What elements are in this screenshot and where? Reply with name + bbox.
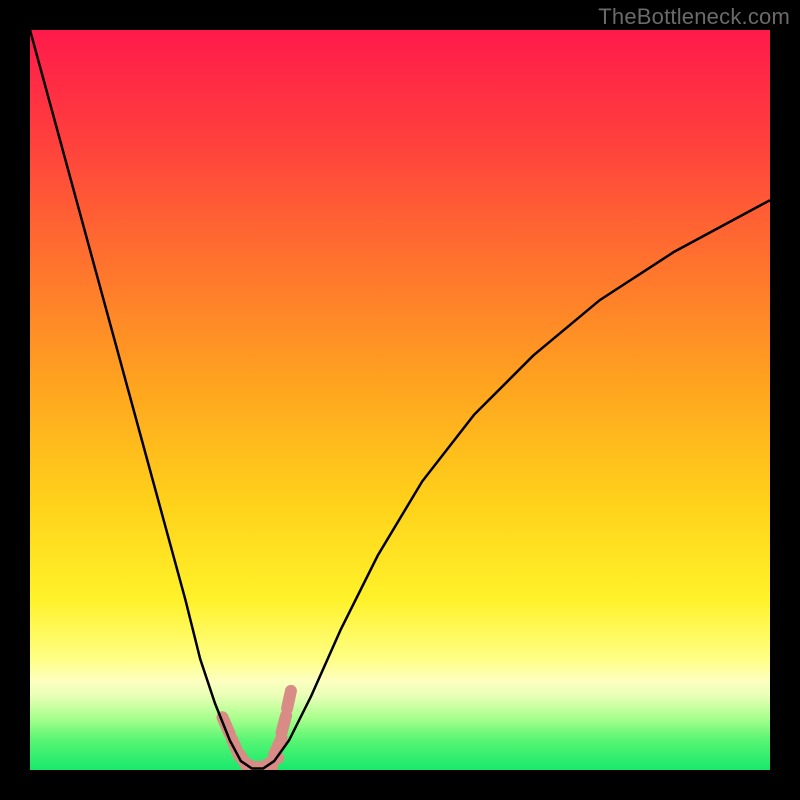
marker-band: [223, 691, 291, 770]
outer-frame: TheBottleneck.com: [0, 0, 800, 800]
chart-curves: [30, 30, 770, 770]
bottleneck-curve: [30, 30, 770, 769]
marker-dot: [282, 715, 287, 732]
marker-dot: [287, 691, 291, 709]
plot-area: [30, 30, 770, 770]
watermark-text: TheBottleneck.com: [598, 4, 790, 30]
